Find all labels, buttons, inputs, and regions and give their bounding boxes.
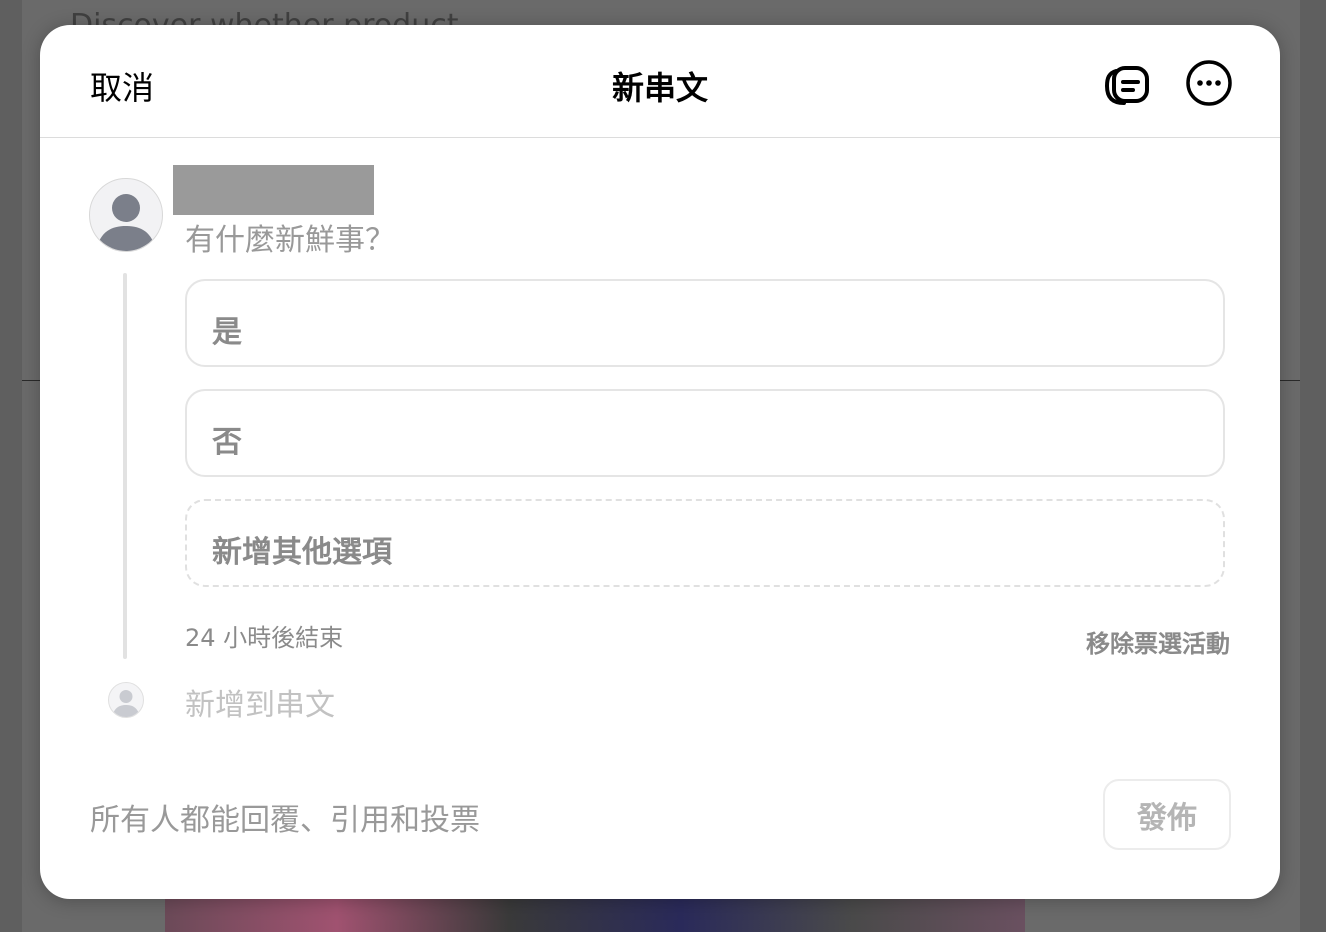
poll-option-2-text: 否 — [212, 425, 242, 460]
drafts-icon[interactable] — [1104, 59, 1152, 107]
poll-option-1-text: 是 — [212, 315, 242, 350]
remove-poll-button[interactable]: 移除票選活動 — [1086, 624, 1230, 659]
avatar-placeholder-icon — [96, 194, 156, 251]
poll-option-1[interactable]: 是 — [185, 279, 1225, 367]
avatar — [89, 178, 163, 252]
username-redacted — [173, 165, 374, 215]
add-poll-option-label: 新增其他選項 — [212, 535, 392, 570]
small-avatar — [108, 682, 144, 718]
thread-text-input[interactable]: 有什麼新鮮事？ — [185, 215, 395, 259]
add-to-thread[interactable]: 新增到串文 — [185, 680, 335, 724]
poll-option-2[interactable]: 否 — [185, 389, 1225, 477]
reply-permission-setting[interactable]: 所有人都能回覆、引用和投票 — [90, 795, 480, 839]
dialog-header: 取消 新串文 — [40, 25, 1280, 138]
more-options-icon[interactable] — [1185, 59, 1233, 107]
poll-duration[interactable]: 24 小時後結束 — [185, 618, 343, 653]
add-poll-option[interactable]: 新增其他選項 — [185, 499, 1225, 587]
thread-connector-line — [123, 273, 127, 659]
post-button[interactable]: 發佈 — [1103, 779, 1231, 850]
new-thread-dialog: 取消 新串文 有什麼新鮮事？ 是 否 新增其他選項 24 小時後結束 移除票選活… — [40, 25, 1280, 899]
small-avatar-placeholder-icon — [112, 690, 140, 717]
dialog-title: 新串文 — [611, 69, 708, 107]
